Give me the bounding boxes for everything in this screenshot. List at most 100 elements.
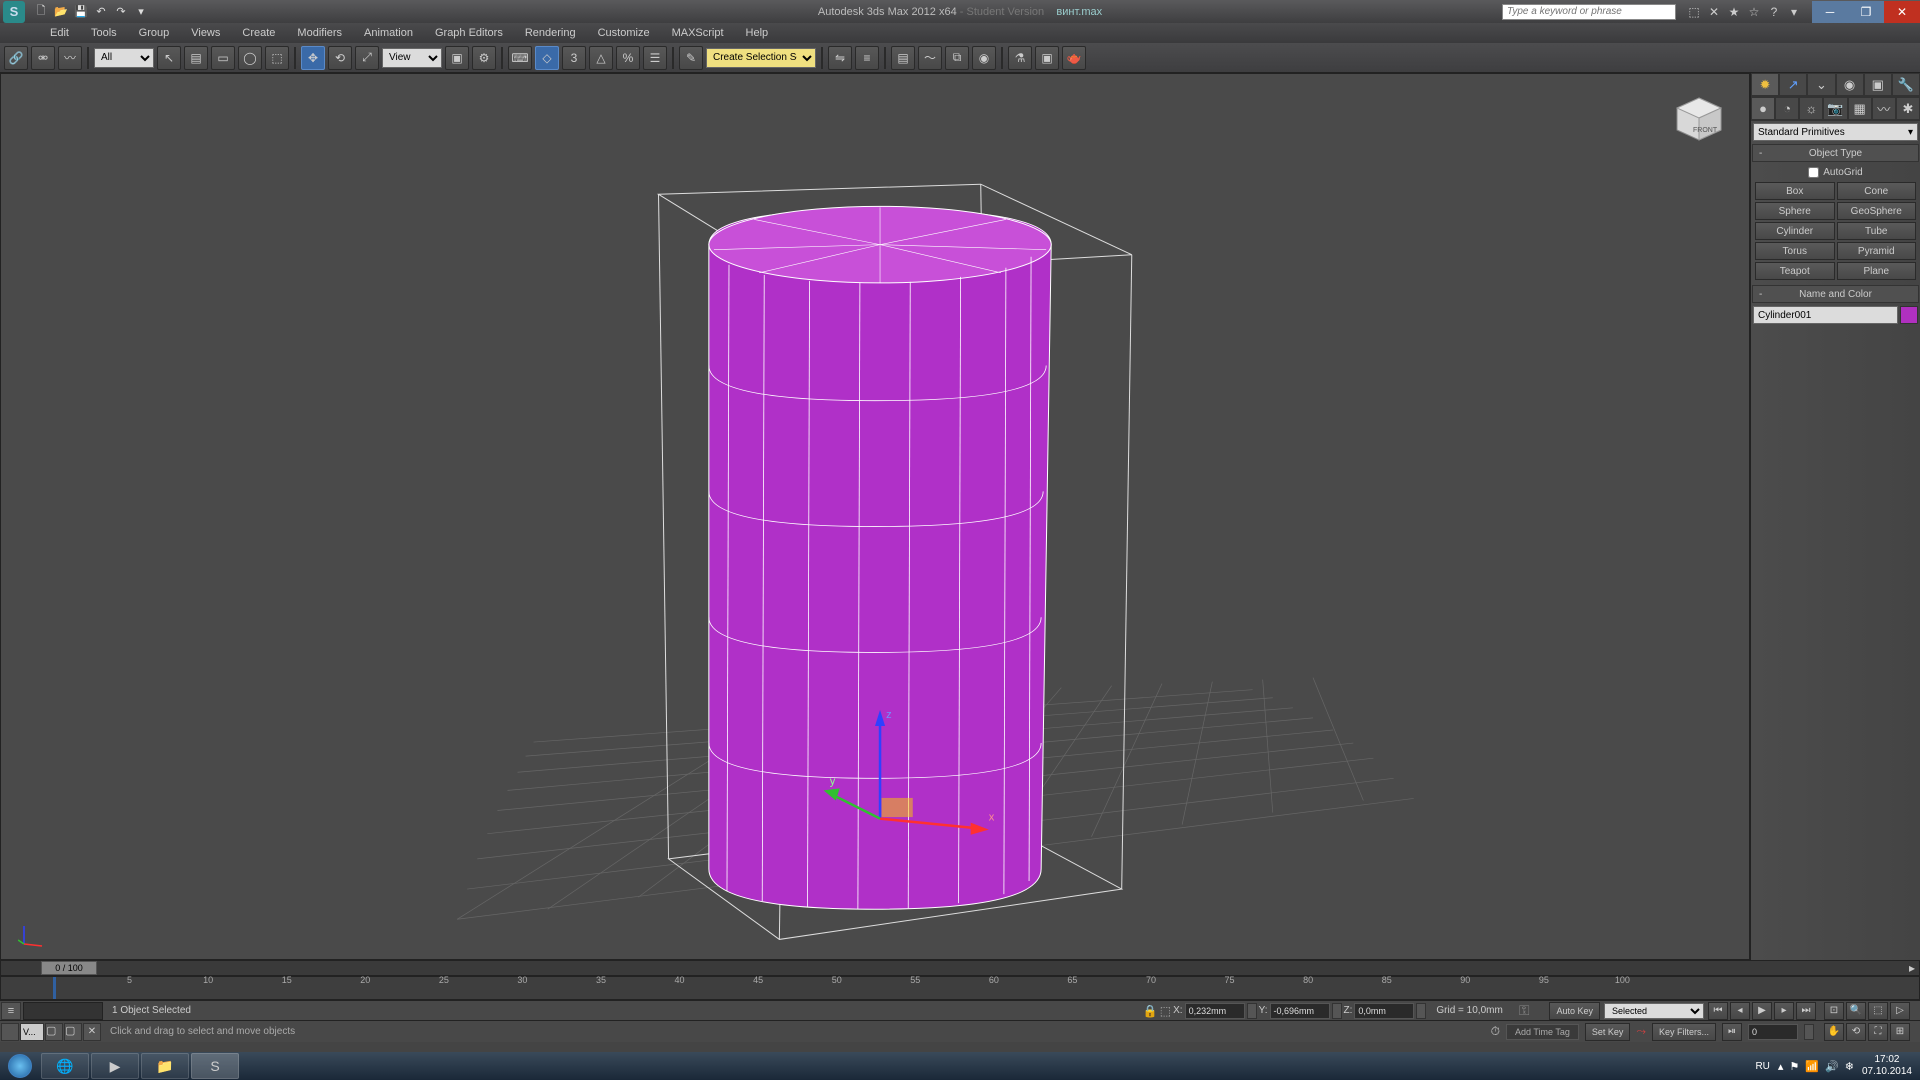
- curve-editor-icon[interactable]: 〜: [918, 46, 942, 70]
- script-listener-icon[interactable]: ≡: [1, 1002, 21, 1020]
- mirror-icon[interactable]: ⇋: [828, 46, 852, 70]
- time-slider-track[interactable]: 0 / 100 ▸: [0, 960, 1920, 976]
- cylinder-button[interactable]: Cylinder: [1755, 222, 1835, 240]
- redo-icon[interactable]: ↷: [112, 4, 130, 20]
- select-rect-icon[interactable]: ▭: [211, 46, 235, 70]
- sphere-button[interactable]: Sphere: [1755, 202, 1835, 220]
- prompt-mini[interactable]: V...: [20, 1023, 44, 1041]
- menu-help[interactable]: Help: [736, 25, 779, 41]
- menu-graph-editors[interactable]: Graph Editors: [425, 25, 513, 41]
- angle-snap-icon[interactable]: 3: [562, 46, 586, 70]
- name-color-rollout-header[interactable]: Name and Color: [1752, 285, 1919, 303]
- edit-named-sel-icon[interactable]: ☰: [643, 46, 667, 70]
- geometry-category-combo[interactable]: Standard Primitives▾: [1753, 123, 1918, 141]
- utilities-tab-icon[interactable]: 🔧: [1892, 73, 1920, 96]
- goto-end-icon[interactable]: ⏭: [1796, 1002, 1816, 1020]
- plane-button[interactable]: Plane: [1837, 262, 1917, 280]
- prev-frame-icon[interactable]: ◂: [1730, 1002, 1750, 1020]
- select-circle-icon[interactable]: ◯: [238, 46, 262, 70]
- hierarchy-tab-icon[interactable]: ⌄: [1807, 73, 1835, 96]
- next-frame-icon[interactable]: ▸: [1774, 1002, 1794, 1020]
- time-config-icon[interactable]: ⏱: [1491, 1024, 1500, 1039]
- menu-modifiers[interactable]: Modifiers: [287, 25, 352, 41]
- schematic-view-icon[interactable]: ⧉: [945, 46, 969, 70]
- play-icon[interactable]: ▶: [1752, 1002, 1772, 1020]
- render-icon[interactable]: 🫖: [1062, 46, 1086, 70]
- favorites-icon[interactable]: ★: [1726, 4, 1742, 20]
- prompt-close-icon[interactable]: ✕: [83, 1023, 101, 1041]
- help-dropdown-icon[interactable]: ▾: [1786, 4, 1802, 20]
- menu-tools[interactable]: Tools: [81, 25, 127, 41]
- help-search-input[interactable]: [1502, 4, 1676, 20]
- slider-arrow-icon[interactable]: ▸: [1909, 961, 1919, 975]
- x-spinner[interactable]: [1247, 1003, 1257, 1019]
- link-icon[interactable]: 🔗: [4, 46, 28, 70]
- snap-toggle-icon[interactable]: ◇: [535, 46, 559, 70]
- keyboard-shortcut-icon[interactable]: ⌨: [508, 46, 532, 70]
- frame-spinner[interactable]: [1804, 1024, 1814, 1040]
- key-mode-toggle-icon[interactable]: ⏯: [1722, 1023, 1742, 1041]
- bind-spacewarp-icon[interactable]: 〰: [58, 46, 82, 70]
- minimize-button[interactable]: ─: [1812, 1, 1848, 23]
- menu-customize[interactable]: Customize: [588, 25, 660, 41]
- perspective-viewport[interactable]: z x y: [4, 77, 1746, 956]
- mini-track-view[interactable]: [23, 1002, 103, 1020]
- goto-start-icon[interactable]: ⏮: [1708, 1002, 1728, 1020]
- tube-button[interactable]: Tube: [1837, 222, 1917, 240]
- geosphere-button[interactable]: GeoSphere: [1837, 202, 1917, 220]
- menu-group[interactable]: Group: [129, 25, 180, 41]
- teapot-button[interactable]: Teapot: [1755, 262, 1835, 280]
- y-field[interactable]: -0,696mm: [1270, 1003, 1330, 1019]
- viewport-canvas[interactable]: z x y: [4, 77, 1746, 956]
- menu-views[interactable]: Views: [181, 25, 230, 41]
- time-cursor[interactable]: [53, 977, 56, 999]
- manipulate-icon[interactable]: ⚙: [472, 46, 496, 70]
- z-field[interactable]: 0,0mm: [1354, 1003, 1414, 1019]
- pan-icon[interactable]: ✋: [1824, 1023, 1844, 1041]
- create-tab-icon[interactable]: ✹: [1751, 73, 1779, 96]
- set-key-hotkey-icon[interactable]: ⤳: [1636, 1024, 1646, 1039]
- zoom-extents-icon[interactable]: ⊞: [1890, 1023, 1910, 1041]
- communication-icon[interactable]: ☆: [1746, 4, 1762, 20]
- new-icon[interactable]: 🗋: [32, 4, 50, 20]
- maximize-viewport-icon[interactable]: ⛶: [1868, 1023, 1888, 1041]
- save-icon[interactable]: 💾: [72, 4, 90, 20]
- select-fence-icon[interactable]: ⬚: [265, 46, 289, 70]
- key-filters-button[interactable]: Key Filters...: [1652, 1023, 1716, 1041]
- undo-icon[interactable]: ↶: [92, 4, 110, 20]
- spacewarps-tab-icon[interactable]: 〰: [1872, 97, 1896, 120]
- prompt-min-icon[interactable]: ▢: [64, 1023, 82, 1041]
- select-rotate-icon[interactable]: ⟲: [328, 46, 352, 70]
- media-player-task-icon[interactable]: ▶: [91, 1053, 139, 1079]
- menu-create[interactable]: Create: [232, 25, 285, 41]
- select-by-name-icon[interactable]: ▤: [184, 46, 208, 70]
- 3dsmax-task-icon[interactable]: S: [191, 1053, 239, 1079]
- shapes-tab-icon[interactable]: ◔: [1775, 97, 1799, 120]
- spinner-snap-icon[interactable]: %: [616, 46, 640, 70]
- rendered-frame-icon[interactable]: ▣: [1035, 46, 1059, 70]
- open-icon[interactable]: 📂: [52, 4, 70, 20]
- geometry-tab-icon[interactable]: ●: [1751, 97, 1775, 120]
- helpers-tab-icon[interactable]: ▦: [1848, 97, 1872, 120]
- language-indicator[interactable]: RU: [1755, 1061, 1769, 1072]
- pyramid-button[interactable]: Pyramid: [1837, 242, 1917, 260]
- explorer-task-icon[interactable]: 📁: [141, 1053, 189, 1079]
- pivot-icon[interactable]: ▣: [445, 46, 469, 70]
- zoom-all-icon[interactable]: ⬚: [1868, 1002, 1888, 1020]
- object-type-rollout-header[interactable]: Object Type: [1752, 144, 1919, 162]
- tray-volume-icon[interactable]: 🔊: [1825, 1060, 1839, 1073]
- tray-misc-icon[interactable]: ❄: [1845, 1060, 1854, 1073]
- y-spinner[interactable]: [1332, 1003, 1342, 1019]
- object-name-input[interactable]: [1753, 306, 1898, 324]
- help-icon[interactable]: ?: [1766, 4, 1782, 20]
- menu-rendering[interactable]: Rendering: [515, 25, 586, 41]
- start-button[interactable]: [0, 1052, 40, 1080]
- menu-maxscript[interactable]: MAXScript: [662, 25, 734, 41]
- systems-tab-icon[interactable]: ✱: [1896, 97, 1920, 120]
- orbit-icon[interactable]: ⟲: [1846, 1023, 1866, 1041]
- transform-type-in-icon[interactable]: ⬚: [1160, 1004, 1171, 1018]
- ref-coord-combo[interactable]: View: [382, 48, 442, 68]
- lights-tab-icon[interactable]: ☼: [1799, 97, 1823, 120]
- layer-manager-icon[interactable]: ▤: [891, 46, 915, 70]
- menu-animation[interactable]: Animation: [354, 25, 423, 41]
